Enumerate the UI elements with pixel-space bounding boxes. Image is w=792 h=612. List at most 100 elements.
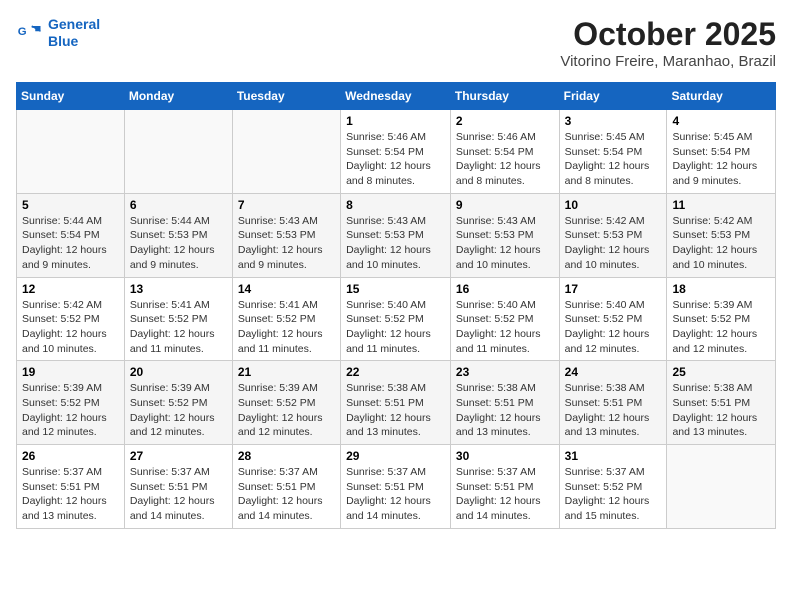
cell-info: Sunrise: 5:41 AM Sunset: 5:52 PM Dayligh…	[238, 298, 335, 357]
calendar-cell: 28 Sunrise: 5:37 AM Sunset: 5:51 PM Dayli…	[232, 445, 340, 529]
calendar-cell: 4Sunrise: 5:45 AM Sunset: 5:54 PM Daylig…	[667, 110, 776, 194]
day-number: 14	[238, 282, 335, 296]
day-number: 21	[238, 365, 335, 379]
cell-info: Sunrise: 5:37 AM Sunset: 5:51 PM Dayligh…	[346, 465, 445, 524]
logo-line2: Blue	[48, 33, 78, 49]
calendar-cell: 22 Sunrise: 5:38 AM Sunset: 5:51 PM Dayli…	[341, 361, 451, 445]
cell-info: Sunrise: 5:46 AM Sunset: 5:54 PM Dayligh…	[456, 130, 554, 189]
cell-info: Sunrise: 5:44 AM Sunset: 5:53 PM Dayligh…	[130, 214, 227, 273]
day-number: 20	[130, 365, 227, 379]
cell-info: Sunrise: 5:37 AM Sunset: 5:51 PM Dayligh…	[238, 465, 335, 524]
day-number: 2	[456, 114, 554, 128]
calendar-cell: 16Sunrise: 5:40 AM Sunset: 5:52 PM Dayli…	[450, 277, 559, 361]
cell-info: Sunrise: 5:38 AM Sunset: 5:51 PM Dayligh…	[565, 381, 662, 440]
cell-info: Sunrise: 5:37 AM Sunset: 5:52 PM Dayligh…	[565, 465, 662, 524]
day-number: 23	[456, 365, 554, 379]
day-header-monday: Monday	[124, 83, 232, 110]
day-number: 28	[238, 449, 335, 463]
logo-icon: G	[16, 19, 44, 47]
calendar-week-5: 26 Sunrise: 5:37 AM Sunset: 5:51 PM Dayli…	[17, 445, 776, 529]
day-number: 26	[22, 449, 119, 463]
calendar-cell: 9 Sunrise: 5:43 AM Sunset: 5:53 PM Daylig…	[450, 193, 559, 277]
page-header: G General Blue October 2025 Vitorino Fre…	[16, 16, 776, 70]
cell-info: Sunrise: 5:39 AM Sunset: 5:52 PM Dayligh…	[672, 298, 770, 357]
calendar-cell	[124, 110, 232, 194]
calendar-cell: 25 Sunrise: 5:38 AM Sunset: 5:51 PM Dayli…	[667, 361, 776, 445]
day-number: 9	[456, 198, 554, 212]
cell-info: Sunrise: 5:37 AM Sunset: 5:51 PM Dayligh…	[130, 465, 227, 524]
day-number: 17	[565, 282, 662, 296]
day-number: 31	[565, 449, 662, 463]
day-number: 10	[565, 198, 662, 212]
cell-info: Sunrise: 5:45 AM Sunset: 5:54 PM Dayligh…	[565, 130, 662, 189]
cell-info: Sunrise: 5:39 AM Sunset: 5:52 PM Dayligh…	[238, 381, 335, 440]
calendar-header-row: SundayMondayTuesdayWednesdayThursdayFrid…	[17, 83, 776, 110]
cell-info: Sunrise: 5:43 AM Sunset: 5:53 PM Dayligh…	[456, 214, 554, 273]
calendar-cell: 3Sunrise: 5:45 AM Sunset: 5:54 PM Daylig…	[559, 110, 667, 194]
day-number: 8	[346, 198, 445, 212]
logo-line1: General	[48, 16, 100, 32]
calendar-cell: 13Sunrise: 5:41 AM Sunset: 5:52 PM Dayli…	[124, 277, 232, 361]
calendar-cell: 1 Sunrise: 5:46 AM Sunset: 5:54 PM Daylig…	[341, 110, 451, 194]
day-number: 29	[346, 449, 445, 463]
calendar-table: SundayMondayTuesdayWednesdayThursdayFrid…	[16, 82, 776, 529]
title-block: October 2025 Vitorino Freire, Maranhao, …	[560, 16, 776, 70]
calendar-cell	[667, 445, 776, 529]
cell-info: Sunrise: 5:37 AM Sunset: 5:51 PM Dayligh…	[456, 465, 554, 524]
day-header-tuesday: Tuesday	[232, 83, 340, 110]
calendar-cell: 30 Sunrise: 5:37 AM Sunset: 5:51 PM Dayli…	[450, 445, 559, 529]
calendar-cell: 2 Sunrise: 5:46 AM Sunset: 5:54 PM Daylig…	[450, 110, 559, 194]
calendar-cell: 10Sunrise: 5:42 AM Sunset: 5:53 PM Dayli…	[559, 193, 667, 277]
calendar-cell	[232, 110, 340, 194]
calendar-cell: 18 Sunrise: 5:39 AM Sunset: 5:52 PM Dayli…	[667, 277, 776, 361]
day-number: 15	[346, 282, 445, 296]
cell-info: Sunrise: 5:38 AM Sunset: 5:51 PM Dayligh…	[672, 381, 770, 440]
cell-info: Sunrise: 5:43 AM Sunset: 5:53 PM Dayligh…	[238, 214, 335, 273]
day-header-thursday: Thursday	[450, 83, 559, 110]
cell-info: Sunrise: 5:44 AM Sunset: 5:54 PM Dayligh…	[22, 214, 119, 273]
day-header-wednesday: Wednesday	[341, 83, 451, 110]
calendar-cell: 8 Sunrise: 5:43 AM Sunset: 5:53 PM Daylig…	[341, 193, 451, 277]
calendar-cell: 11 Sunrise: 5:42 AM Sunset: 5:53 PM Dayli…	[667, 193, 776, 277]
day-number: 11	[672, 198, 770, 212]
calendar-cell: 5 Sunrise: 5:44 AM Sunset: 5:54 PM Daylig…	[17, 193, 125, 277]
calendar-cell: 29 Sunrise: 5:37 AM Sunset: 5:51 PM Dayli…	[341, 445, 451, 529]
calendar-week-2: 5 Sunrise: 5:44 AM Sunset: 5:54 PM Daylig…	[17, 193, 776, 277]
day-number: 1	[346, 114, 445, 128]
day-number: 13	[130, 282, 227, 296]
location: Vitorino Freire, Maranhao, Brazil	[560, 53, 776, 70]
calendar-cell: 31 Sunrise: 5:37 AM Sunset: 5:52 PM Dayli…	[559, 445, 667, 529]
day-header-saturday: Saturday	[667, 83, 776, 110]
calendar-cell: 17 Sunrise: 5:40 AM Sunset: 5:52 PM Dayli…	[559, 277, 667, 361]
calendar-week-4: 19Sunrise: 5:39 AM Sunset: 5:52 PM Dayli…	[17, 361, 776, 445]
calendar-cell: 19Sunrise: 5:39 AM Sunset: 5:52 PM Dayli…	[17, 361, 125, 445]
calendar-cell: 15 Sunrise: 5:40 AM Sunset: 5:52 PM Dayli…	[341, 277, 451, 361]
day-number: 25	[672, 365, 770, 379]
calendar-week-1: 1 Sunrise: 5:46 AM Sunset: 5:54 PM Daylig…	[17, 110, 776, 194]
cell-info: Sunrise: 5:38 AM Sunset: 5:51 PM Dayligh…	[346, 381, 445, 440]
calendar-week-3: 12Sunrise: 5:42 AM Sunset: 5:52 PM Dayli…	[17, 277, 776, 361]
logo-text: General Blue	[48, 16, 100, 50]
calendar-cell: 7 Sunrise: 5:43 AM Sunset: 5:53 PM Daylig…	[232, 193, 340, 277]
logo: G General Blue	[16, 16, 100, 50]
day-number: 22	[346, 365, 445, 379]
calendar-cell: 6Sunrise: 5:44 AM Sunset: 5:53 PM Daylig…	[124, 193, 232, 277]
cell-info: Sunrise: 5:43 AM Sunset: 5:53 PM Dayligh…	[346, 214, 445, 273]
day-number: 5	[22, 198, 119, 212]
day-number: 18	[672, 282, 770, 296]
cell-info: Sunrise: 5:39 AM Sunset: 5:52 PM Dayligh…	[22, 381, 119, 440]
calendar-cell	[17, 110, 125, 194]
day-number: 4	[672, 114, 770, 128]
cell-info: Sunrise: 5:42 AM Sunset: 5:52 PM Dayligh…	[22, 298, 119, 357]
calendar-cell: 21 Sunrise: 5:39 AM Sunset: 5:52 PM Dayli…	[232, 361, 340, 445]
month-title: October 2025	[560, 16, 776, 53]
cell-info: Sunrise: 5:39 AM Sunset: 5:52 PM Dayligh…	[130, 381, 227, 440]
day-header-sunday: Sunday	[17, 83, 125, 110]
cell-info: Sunrise: 5:46 AM Sunset: 5:54 PM Dayligh…	[346, 130, 445, 189]
day-number: 30	[456, 449, 554, 463]
day-header-friday: Friday	[559, 83, 667, 110]
cell-info: Sunrise: 5:42 AM Sunset: 5:53 PM Dayligh…	[672, 214, 770, 273]
cell-info: Sunrise: 5:40 AM Sunset: 5:52 PM Dayligh…	[565, 298, 662, 357]
cell-info: Sunrise: 5:40 AM Sunset: 5:52 PM Dayligh…	[346, 298, 445, 357]
day-number: 7	[238, 198, 335, 212]
